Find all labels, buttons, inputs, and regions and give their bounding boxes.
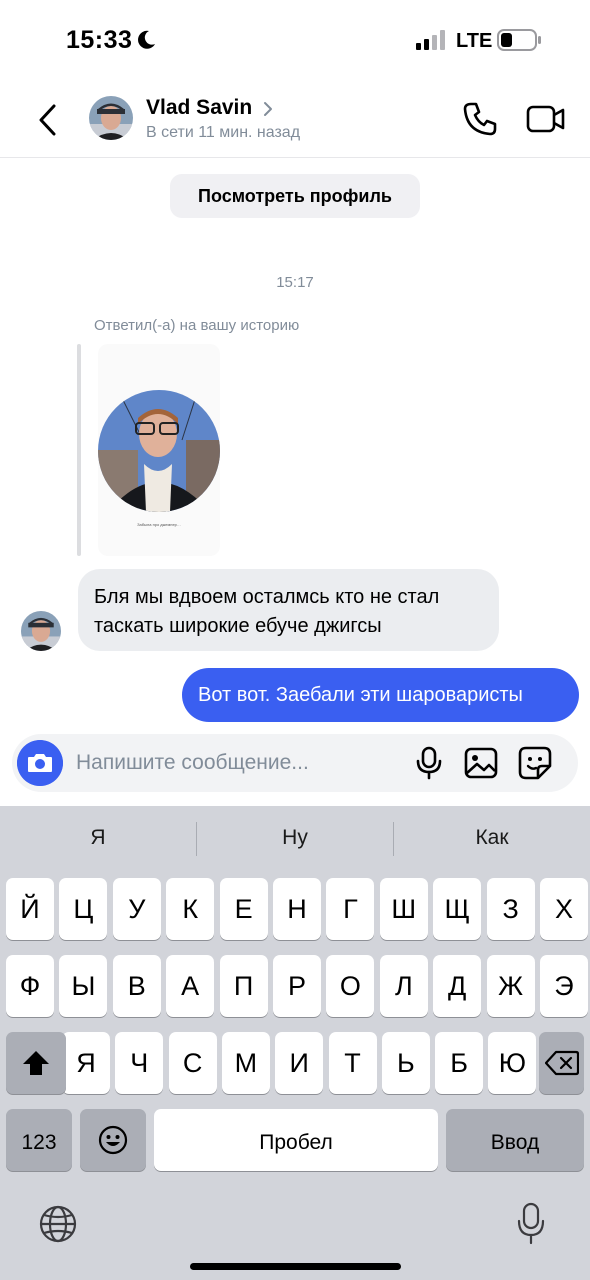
letter-key[interactable]: И <box>275 1032 324 1094</box>
suggestion-1[interactable]: Я <box>0 826 196 850</box>
suggestion-3[interactable]: Как <box>394 826 590 850</box>
letter-key[interactable]: Ф <box>6 955 54 1017</box>
view-profile-button[interactable]: Посмотреть профиль <box>170 174 420 218</box>
letter-key[interactable]: Н <box>273 878 321 940</box>
reply-quote-bar <box>77 344 81 556</box>
letter-key[interactable]: Й <box>6 878 54 940</box>
incoming-message[interactable]: Бля мы вдвоем осталмсь кто не стал таска… <box>78 569 499 651</box>
suggestion-2[interactable]: Ну <box>197 826 393 850</box>
avatar[interactable] <box>89 96 133 140</box>
letter-key[interactable]: А <box>166 955 215 1017</box>
story-caption: Забыла про джемпер… <box>137 522 181 527</box>
letter-key[interactable]: З <box>486 878 535 940</box>
letter-key[interactable]: Ч <box>115 1032 164 1094</box>
space-key[interactable]: Пробел <box>154 1109 438 1171</box>
letter-key[interactable]: Ш <box>379 878 428 940</box>
sticker-icon[interactable] <box>518 746 552 780</box>
backspace-icon <box>544 1050 579 1076</box>
letter-key[interactable]: Ц <box>59 878 108 940</box>
letter-key[interactable]: П <box>219 955 268 1017</box>
letter-key[interactable]: О <box>326 955 375 1017</box>
letter-key[interactable]: Ж <box>486 955 535 1017</box>
letter-key[interactable]: Щ <box>433 878 482 940</box>
story-preview[interactable]: Забыла про джемпер… <box>98 344 220 556</box>
keyboard: Я Ну Как ЙЦУКЕНГШЩЗХ ФЫВАПРОЛДЖЭ ЯЧСМИТЬ… <box>0 806 590 1280</box>
emoji-key[interactable] <box>80 1109 146 1171</box>
camera-icon[interactable] <box>17 740 63 786</box>
time-divider: 15:17 <box>276 274 314 291</box>
back-icon[interactable] <box>30 100 66 140</box>
phone-icon[interactable] <box>460 99 500 139</box>
letter-key[interactable]: Р <box>273 955 321 1017</box>
contact-name[interactable]: Vlad Savin <box>146 96 252 120</box>
network-type: LTE <box>456 30 493 52</box>
chevron-right-icon <box>264 102 272 116</box>
letter-key[interactable]: К <box>166 878 215 940</box>
dictation-microphone-icon[interactable] <box>517 1202 545 1246</box>
letter-key[interactable]: Е <box>219 878 268 940</box>
letter-key[interactable]: Ы <box>59 955 108 1017</box>
letter-key[interactable]: М <box>221 1032 270 1094</box>
shift-key[interactable] <box>6 1032 66 1094</box>
letter-key[interactable]: Л <box>379 955 428 1017</box>
letter-key[interactable]: Ю <box>488 1032 537 1094</box>
letter-key[interactable]: Т <box>328 1032 377 1094</box>
letter-key[interactable]: В <box>112 955 161 1017</box>
backspace-key[interactable] <box>539 1032 584 1094</box>
letter-key[interactable]: У <box>112 878 161 940</box>
image-icon[interactable] <box>464 747 498 779</box>
message-avatar[interactable] <box>21 611 61 651</box>
moon-icon <box>138 30 155 49</box>
signal-icon <box>416 30 445 50</box>
letter-key[interactable]: Д <box>433 955 482 1017</box>
status-time: 15:33 <box>66 26 133 54</box>
letter-key[interactable]: Г <box>326 878 375 940</box>
home-indicator[interactable] <box>190 1263 401 1270</box>
story-reply-caption: Ответил(-а) на вашу историю <box>94 317 300 334</box>
video-icon[interactable] <box>526 102 566 136</box>
letter-key[interactable]: Ь <box>381 1032 430 1094</box>
contact-status: В сети 11 мин. назад <box>146 124 301 141</box>
story-photo <box>98 390 220 512</box>
numbers-key[interactable]: 123 <box>6 1109 72 1171</box>
message-input[interactable] <box>76 746 336 780</box>
letter-key[interactable]: Б <box>435 1032 484 1094</box>
emoji-icon <box>98 1125 128 1155</box>
letter-key[interactable]: Э <box>540 955 588 1017</box>
microphone-icon[interactable] <box>414 746 444 780</box>
message-composer <box>12 734 578 792</box>
battery-icon <box>497 29 541 51</box>
letter-key[interactable]: Х <box>540 878 588 940</box>
outgoing-message[interactable]: Вот вот. Заебали эти шароваристы <box>182 668 579 722</box>
letter-key[interactable]: Я <box>62 1032 110 1094</box>
letter-key[interactable]: С <box>168 1032 217 1094</box>
chat-header: Vlad Savin В сети 11 мин. назад <box>0 82 590 158</box>
globe-icon[interactable] <box>38 1204 78 1244</box>
status-bar: 15:33 LTE <box>0 0 590 80</box>
return-key[interactable]: Ввод <box>446 1109 584 1171</box>
shift-icon <box>23 1051 49 1075</box>
